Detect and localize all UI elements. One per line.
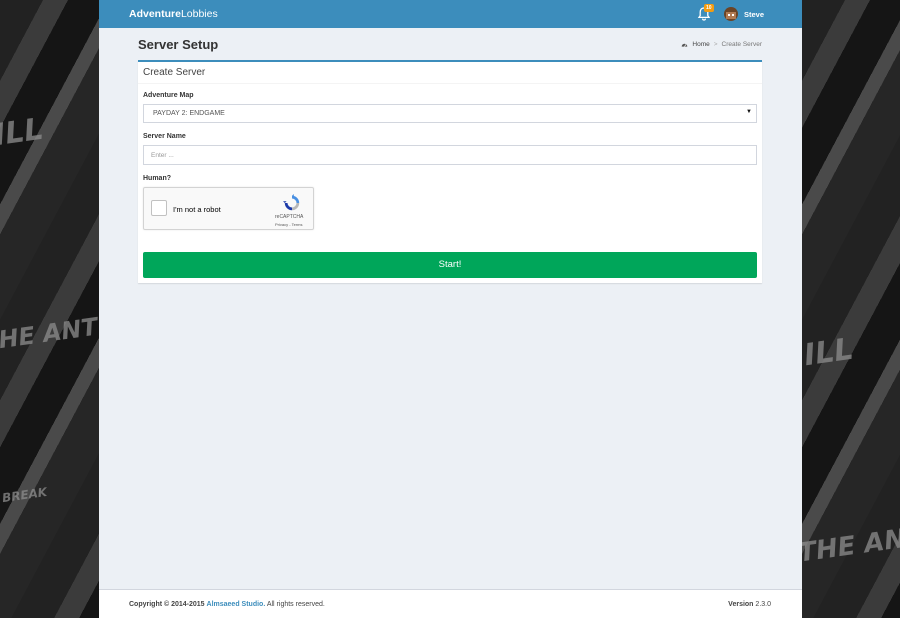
copyright-text: Copyright © 2014-2015 bbox=[129, 601, 205, 608]
app-window: AdventureLobbies 10 Steve Server Setup H… bbox=[99, 0, 802, 618]
background-art-text: BREAK bbox=[1, 484, 48, 506]
caret-down-icon: ▼ bbox=[746, 109, 752, 115]
breadcrumb: Home > Create Server bbox=[681, 41, 762, 48]
avatar-eye bbox=[728, 14, 730, 16]
background-left: ILL HE ANTH BREAK bbox=[0, 0, 99, 618]
version-label: Version bbox=[728, 601, 754, 608]
user-name[interactable]: Steve bbox=[744, 10, 764, 19]
studio-link[interactable]: Almsaeed Studio. bbox=[207, 601, 266, 608]
background-art-text: THE ANT bbox=[802, 521, 900, 569]
select-value: PAYDAY 2: ENDGAME bbox=[153, 110, 225, 117]
user-avatar[interactable] bbox=[724, 7, 738, 21]
page-title: Server Setup bbox=[138, 37, 219, 52]
breadcrumb-home[interactable]: Home bbox=[692, 41, 709, 48]
create-server-box: Create Server Adventure Map PAYDAY 2: EN… bbox=[138, 60, 762, 283]
captcha-checkbox[interactable] bbox=[151, 200, 167, 216]
breadcrumb-separator: > bbox=[713, 41, 718, 48]
avatar-eye bbox=[732, 14, 734, 16]
footer-version: Version 2.3.0 bbox=[728, 601, 771, 608]
box-title: Create Server bbox=[138, 62, 762, 84]
server-name-input[interactable]: Enter ... bbox=[143, 145, 757, 165]
brand-logo[interactable]: AdventureLobbies bbox=[129, 8, 218, 20]
captcha-brand: reCAPTCHA bbox=[275, 214, 304, 220]
background-art-text: ILL bbox=[0, 111, 46, 154]
breadcrumb-current: Create Server bbox=[721, 41, 762, 48]
notification-badge: 10 bbox=[704, 4, 714, 12]
background-right: ILL THE ANT bbox=[802, 0, 900, 618]
recaptcha-icon bbox=[283, 194, 300, 211]
captcha-legal-links[interactable]: Privacy - Terms bbox=[275, 222, 302, 227]
adventure-map-label: Adventure Map bbox=[143, 92, 194, 99]
background-art-text: ILL bbox=[802, 331, 856, 374]
human-label: Human? bbox=[143, 175, 171, 182]
dashboard-icon bbox=[682, 43, 688, 47]
captcha-text: I'm not a robot bbox=[173, 205, 221, 214]
footer-copyright: Copyright © 2014-2015 Almsaeed Studio. A… bbox=[129, 601, 325, 608]
background-art-text: HE ANTH bbox=[0, 309, 99, 355]
server-name-label: Server Name bbox=[143, 133, 186, 140]
start-button[interactable]: Start! bbox=[143, 252, 757, 278]
rights-text: All rights reserved. bbox=[266, 601, 325, 608]
top-navbar: AdventureLobbies 10 Steve bbox=[99, 0, 802, 28]
version-value: 2.3.0 bbox=[755, 601, 771, 608]
footer: Copyright © 2014-2015 Almsaeed Studio. A… bbox=[99, 589, 802, 618]
adventure-map-select[interactable]: PAYDAY 2: ENDGAME ▼ bbox=[143, 104, 757, 123]
recaptcha-widget: I'm not a robot reCAPTCHA Privacy - Term… bbox=[143, 187, 314, 230]
